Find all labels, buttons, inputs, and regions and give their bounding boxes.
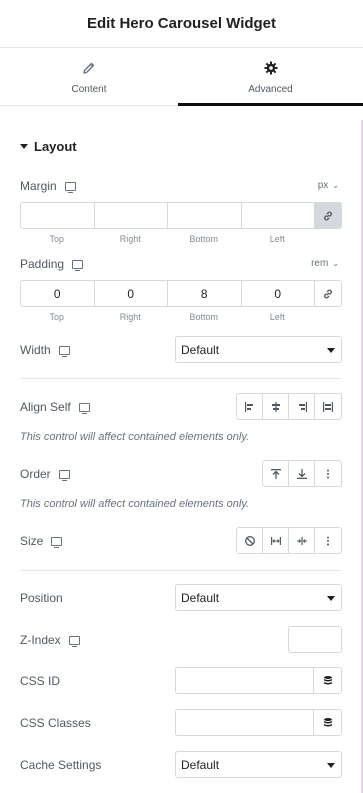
tab-content[interactable]: Content — [0, 48, 178, 106]
align-stretch-icon — [323, 401, 333, 412]
size-none-button[interactable] — [237, 528, 263, 553]
order-label: Order — [20, 467, 70, 481]
padding-left-input[interactable]: 0 — [242, 281, 315, 306]
panel-header: Edit Hero Carousel Widget — [0, 0, 363, 48]
chevron-down-icon: ⌄ — [332, 259, 339, 268]
section-layout-title: Layout — [34, 139, 77, 154]
dynamic-tags-button[interactable] — [314, 668, 341, 693]
width-select[interactable]: Default — [175, 336, 342, 363]
tab-advanced-label: Advanced — [248, 84, 293, 95]
caret-down-icon — [327, 763, 335, 768]
align-self-label: Align Self — [20, 400, 90, 414]
padding-label: Padding — [20, 257, 84, 271]
database-icon — [323, 675, 332, 684]
compress-horizontal-icon — [296, 536, 307, 545]
ban-icon — [244, 535, 255, 546]
dynamic-tags-button[interactable] — [314, 710, 341, 735]
margin-side-labels: Top Right Bottom Left — [49, 234, 285, 244]
desktop-icon[interactable] — [58, 345, 70, 357]
panel-title: Edit Hero Carousel Widget — [86, 15, 277, 32]
css-classes-input[interactable] — [176, 710, 314, 735]
position-select[interactable]: Default — [175, 584, 342, 611]
chevron-down-icon: ⌄ — [332, 181, 339, 190]
desktop-icon[interactable] — [64, 181, 76, 193]
css-classes-label: CSS Classes — [20, 716, 91, 730]
order-start-button[interactable] — [263, 461, 289, 486]
margin-left-input[interactable] — [242, 203, 315, 228]
margin-right-input[interactable] — [95, 203, 168, 228]
width-label: Width — [20, 343, 70, 357]
order-note: This control will affect contained eleme… — [20, 498, 250, 510]
more-vertical-icon — [327, 536, 329, 545]
margin-label: Margin — [20, 179, 76, 193]
padding-link-button[interactable] — [315, 281, 341, 306]
margin-bottom-input[interactable] — [168, 203, 242, 228]
align-end-icon — [298, 401, 307, 412]
caret-down-icon — [327, 348, 335, 353]
cache-settings-select[interactable]: Default — [175, 751, 342, 778]
caret-down-icon — [327, 596, 335, 601]
padding-side-labels: Top Right Bottom Left — [49, 312, 285, 322]
desktop-icon[interactable] — [78, 402, 90, 414]
link-icon — [324, 289, 332, 298]
more-vertical-icon — [327, 469, 329, 478]
align-end-button[interactable] — [289, 394, 315, 419]
tab-bar: Content Advanced — [0, 48, 363, 106]
margin-dimensions — [20, 202, 342, 229]
align-start-button[interactable] — [237, 394, 263, 419]
link-icon — [324, 211, 332, 220]
cache-settings-label: Cache Settings — [20, 758, 102, 772]
tab-advanced[interactable]: Advanced — [178, 48, 363, 106]
desktop-icon[interactable] — [68, 635, 80, 647]
padding-unit-select[interactable]: rem ⌄ — [311, 258, 339, 269]
align-center-button[interactable] — [263, 394, 289, 419]
css-id-input[interactable] — [176, 668, 314, 693]
size-grow-button[interactable] — [263, 528, 289, 553]
order-end-button[interactable] — [289, 461, 315, 486]
arrow-down-to-line-icon — [296, 468, 307, 479]
size-label: Size — [20, 534, 63, 548]
expand-horizontal-icon — [270, 536, 281, 545]
padding-top-input[interactable]: 0 — [21, 281, 95, 306]
divider — [20, 570, 342, 571]
divider — [20, 378, 342, 379]
align-start-icon — [244, 401, 253, 412]
margin-link-button[interactable] — [315, 203, 341, 228]
align-self-note: This control will affect contained eleme… — [20, 431, 250, 443]
padding-dimensions: 0 0 8 0 — [20, 280, 342, 307]
size-buttons — [236, 527, 342, 554]
desktop-icon[interactable] — [72, 259, 84, 271]
align-stretch-button[interactable] — [315, 394, 341, 419]
size-more-button[interactable] — [315, 528, 341, 553]
pencil-icon — [0, 61, 178, 77]
tab-content-label: Content — [71, 84, 107, 95]
position-label: Position — [20, 591, 63, 605]
caret-down-icon — [20, 144, 28, 149]
css-id-field — [175, 667, 342, 694]
desktop-icon[interactable] — [51, 536, 63, 548]
order-buttons — [262, 460, 342, 487]
margin-top-input[interactable] — [21, 203, 95, 228]
arrow-up-to-line-icon — [270, 468, 281, 479]
desktop-icon[interactable] — [58, 469, 70, 481]
css-classes-field — [175, 709, 342, 736]
padding-bottom-input[interactable]: 8 — [168, 281, 242, 306]
padding-right-input[interactable]: 0 — [95, 281, 168, 306]
align-center-icon — [271, 401, 280, 412]
section-layout-toggle[interactable]: Layout — [20, 139, 77, 154]
order-more-button[interactable] — [315, 461, 341, 486]
gear-icon — [178, 61, 363, 77]
align-self-buttons — [236, 393, 342, 420]
css-id-label: CSS ID — [20, 674, 61, 688]
z-index-label: Z-Index — [20, 633, 80, 647]
size-shrink-button[interactable] — [289, 528, 315, 553]
z-index-input[interactable] — [288, 626, 342, 653]
margin-unit-select[interactable]: px ⌄ — [318, 180, 339, 191]
database-icon — [323, 717, 332, 726]
